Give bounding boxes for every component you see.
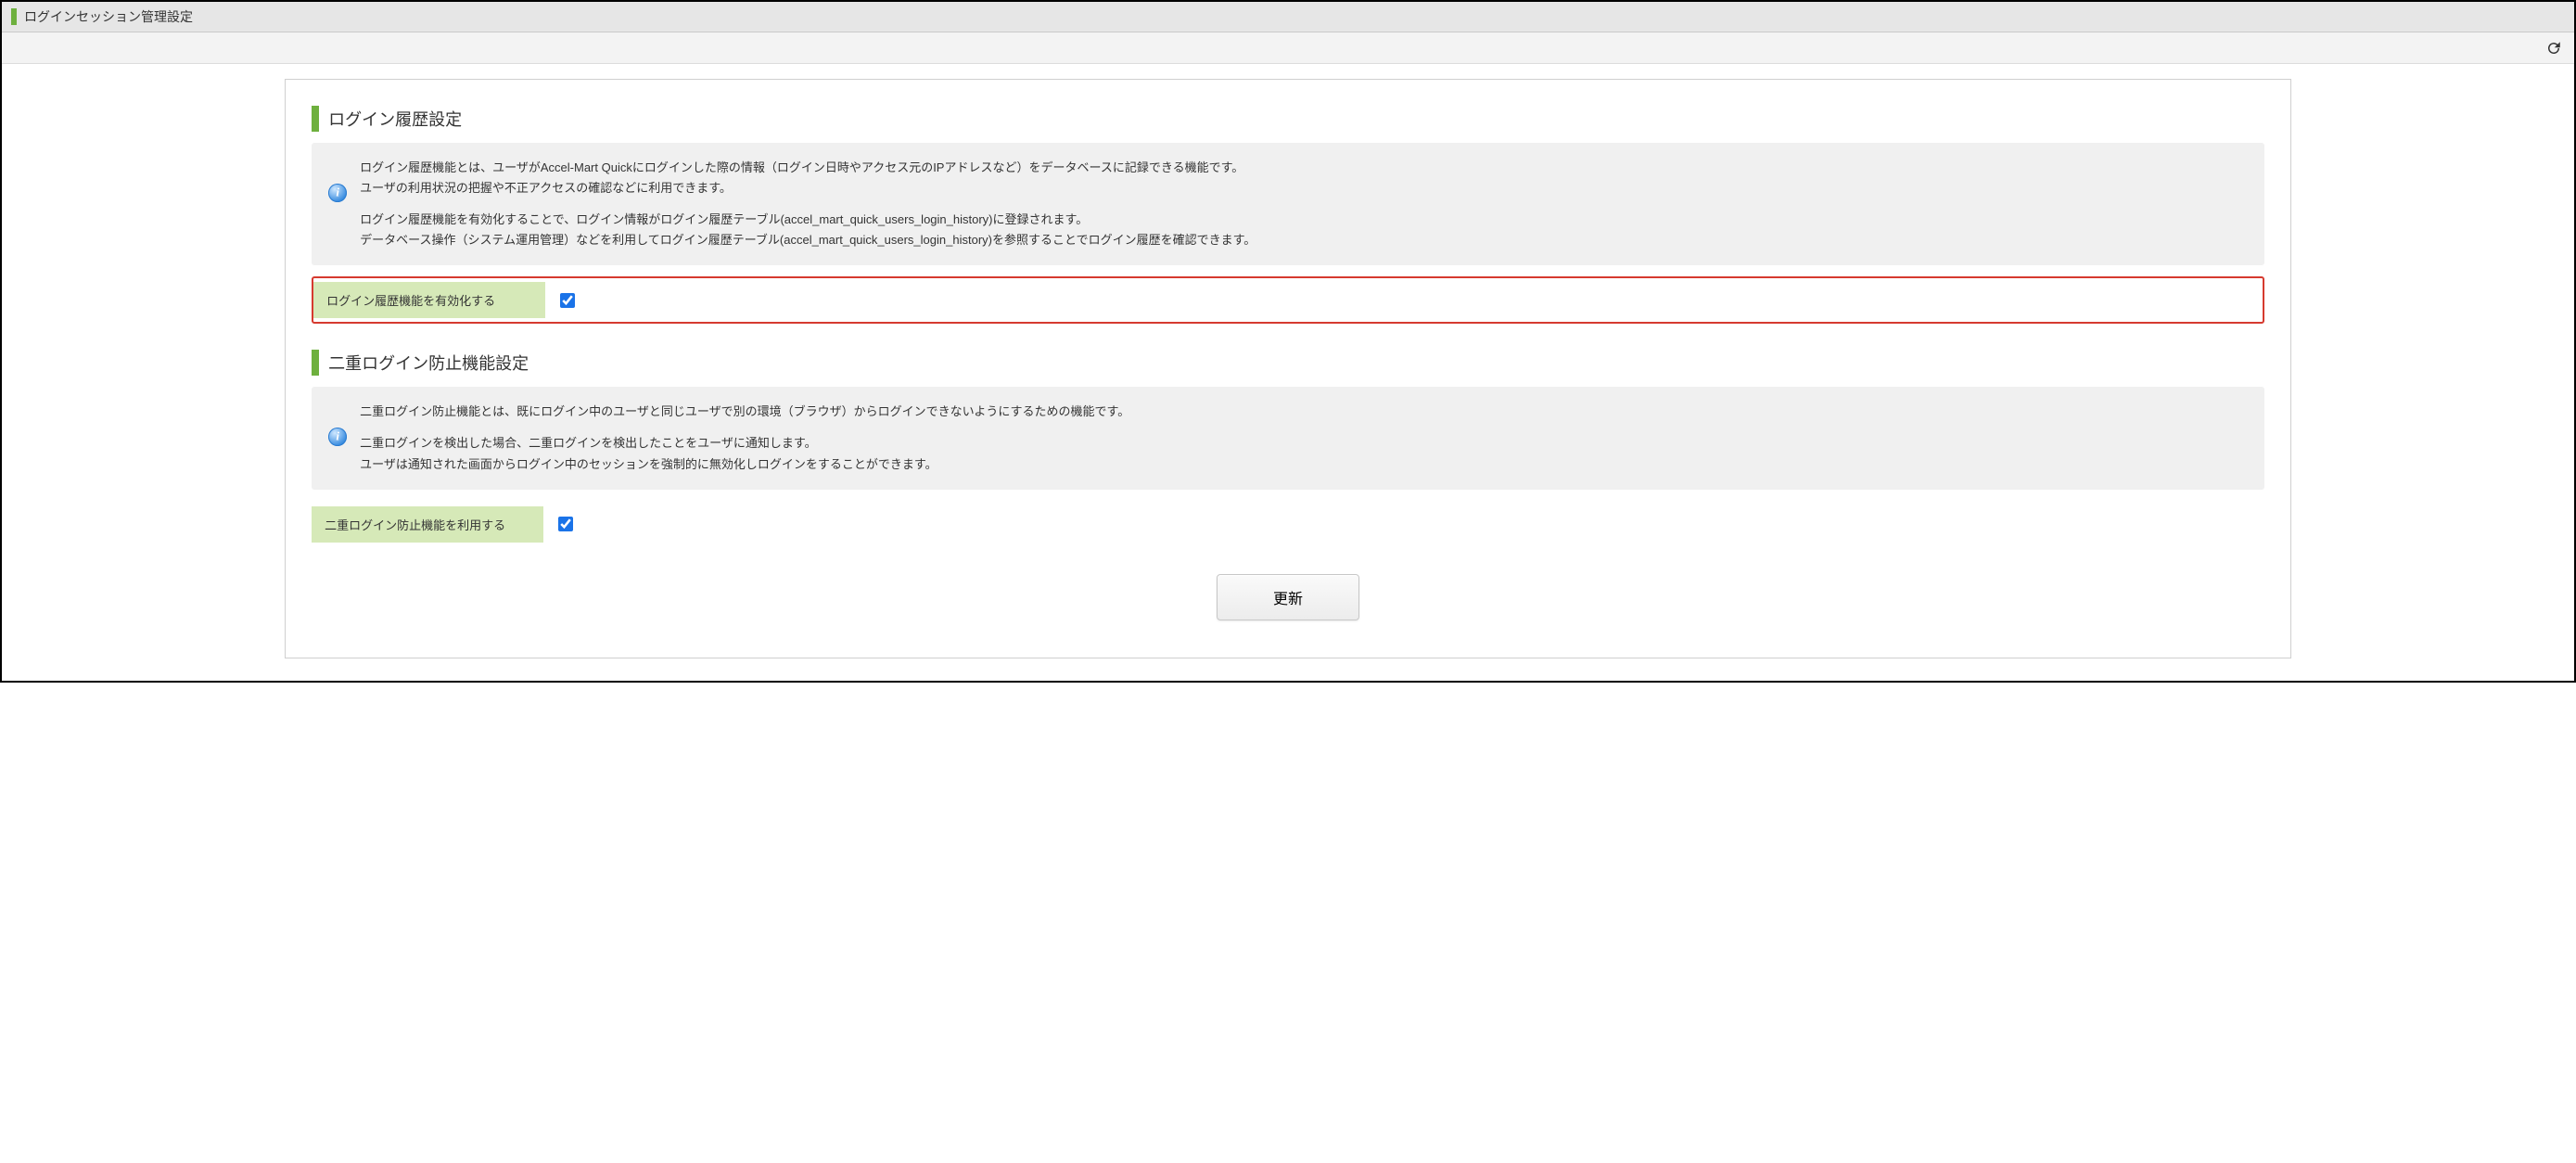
info-text: ログイン履歴機能とは、ユーザがAccel-Mart Quickにログインした際の… bbox=[360, 158, 1256, 250]
info-paragraph: ログイン履歴機能を有効化することで、ログイン情報がログイン履歴テーブル(acce… bbox=[360, 210, 1256, 250]
section-title: 二重ログイン防止機能設定 bbox=[328, 351, 529, 375]
section-login-history: ログイン履歴設定 ログイン履歴機能とは、ユーザがAccel-Mart Quick… bbox=[312, 106, 2264, 324]
info-icon bbox=[328, 184, 347, 202]
section-double-login: 二重ログイン防止機能設定 二重ログイン防止機能とは、既にログイン中のユーザと同じ… bbox=[312, 350, 2264, 547]
login-history-enable-checkbox[interactable] bbox=[560, 293, 575, 308]
app-frame: ログインセッション管理設定 ログイン履歴設定 ログイン履歴機能とは、ユーザがAc… bbox=[0, 0, 2576, 683]
titlebar: ログインセッション管理設定 bbox=[2, 2, 2574, 32]
field-control bbox=[543, 514, 576, 534]
field-row-double-login-enable: 二重ログイン防止機能を利用する bbox=[312, 501, 2264, 548]
field-control bbox=[545, 290, 578, 311]
field-row-login-history-enable: ログイン履歴機能を有効化する bbox=[312, 276, 2264, 324]
section-header: ログイン履歴設定 bbox=[312, 106, 2264, 132]
info-paragraph: 二重ログインを検出した場合、二重ログインを検出したことをユーザに通知します。 ユ… bbox=[360, 433, 1129, 474]
info-box-double-login: 二重ログイン防止機能とは、既にログイン中のユーザと同じユーザで別の環境（ブラウザ… bbox=[312, 387, 2264, 489]
section-accent bbox=[312, 106, 319, 132]
button-row: 更新 bbox=[312, 574, 2264, 620]
update-button[interactable]: 更新 bbox=[1217, 574, 1359, 620]
info-paragraph: 二重ログイン防止機能とは、既にログイン中のユーザと同じユーザで別の環境（ブラウザ… bbox=[360, 402, 1129, 422]
field-label: 二重ログイン防止機能を利用する bbox=[312, 506, 543, 543]
settings-panel: ログイン履歴設定 ログイン履歴機能とは、ユーザがAccel-Mart Quick… bbox=[285, 79, 2291, 658]
section-accent bbox=[312, 350, 319, 376]
page-title: ログインセッション管理設定 bbox=[24, 7, 193, 26]
toolbar bbox=[2, 32, 2574, 64]
content-area: ログイン履歴設定 ログイン履歴機能とは、ユーザがAccel-Mart Quick… bbox=[2, 64, 2574, 681]
section-header: 二重ログイン防止機能設定 bbox=[312, 350, 2264, 376]
title-accent bbox=[11, 8, 17, 25]
reload-icon bbox=[2545, 40, 2562, 57]
info-icon bbox=[328, 428, 347, 446]
info-box-login-history: ログイン履歴機能とは、ユーザがAccel-Mart Quickにログインした際の… bbox=[312, 143, 2264, 265]
info-paragraph: ログイン履歴機能とは、ユーザがAccel-Mart Quickにログインした際の… bbox=[360, 158, 1256, 198]
section-title: ログイン履歴設定 bbox=[328, 107, 462, 131]
reload-button[interactable] bbox=[2544, 39, 2563, 58]
double-login-enable-checkbox[interactable] bbox=[558, 517, 573, 531]
field-label: ログイン履歴機能を有効化する bbox=[313, 282, 545, 318]
info-text: 二重ログイン防止機能とは、既にログイン中のユーザと同じユーザで別の環境（ブラウザ… bbox=[360, 402, 1129, 474]
